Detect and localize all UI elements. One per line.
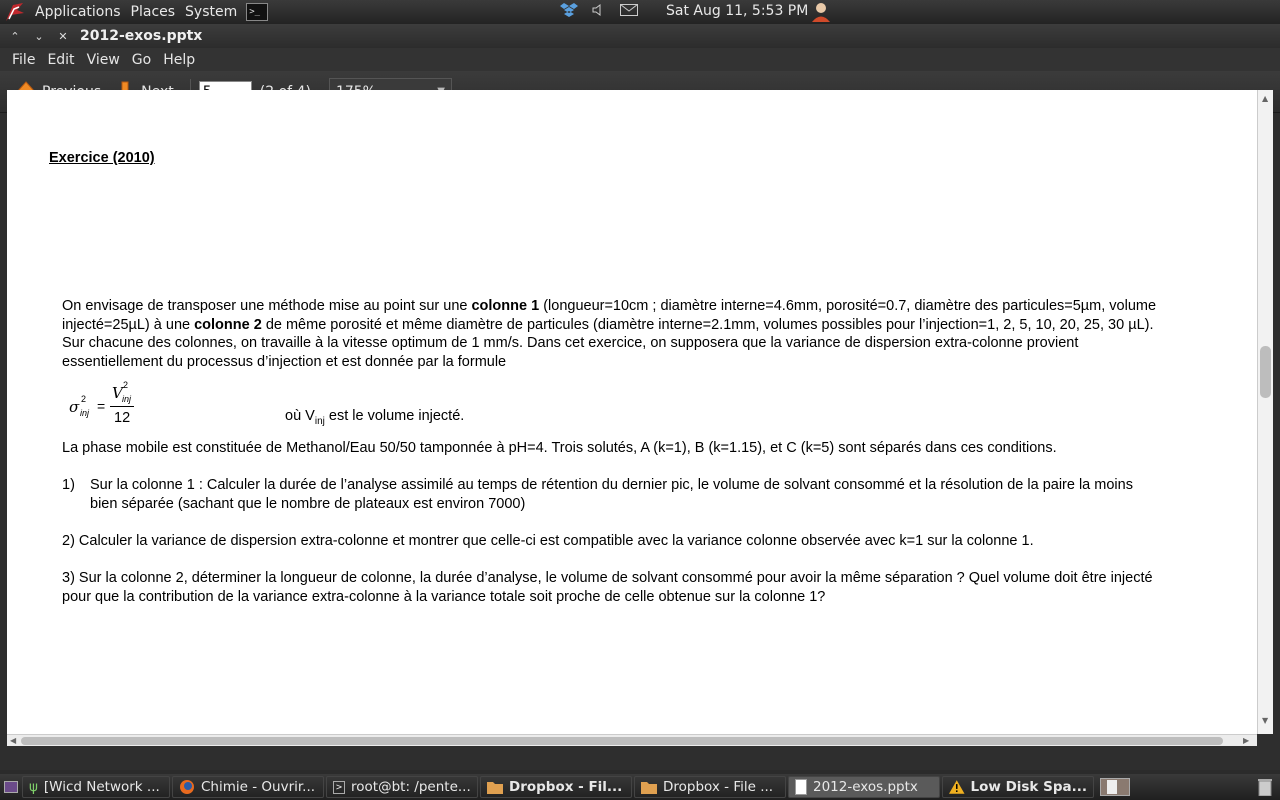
variance-formula: σ 2 inj = V 2 inj 12 bbox=[67, 380, 147, 430]
formula-sigma-sup: 2 bbox=[81, 394, 87, 404]
scroll-left-icon[interactable]: ◀ bbox=[10, 736, 16, 745]
warning-icon bbox=[949, 780, 965, 794]
dropbox-icon[interactable] bbox=[560, 2, 578, 22]
system-menu[interactable]: System bbox=[180, 4, 242, 20]
scroll-right-icon[interactable]: ▶ bbox=[1243, 736, 1249, 745]
exercise-title: Exercice (2010) bbox=[49, 150, 155, 166]
formula-equals: = bbox=[97, 398, 106, 414]
task-label: root@bt: /pente... bbox=[351, 779, 471, 795]
menu-view[interactable]: View bbox=[81, 52, 126, 68]
task-document[interactable]: 2012-exos.pptx bbox=[788, 776, 940, 798]
intro-text-1: On envisage de transposer une méthode mi… bbox=[62, 298, 472, 314]
where-post: est le volume injecté. bbox=[324, 408, 465, 424]
workspace-switcher[interactable] bbox=[1100, 778, 1130, 796]
where-pre: où V bbox=[285, 408, 315, 424]
terminal-launcher-icon[interactable]: >_ bbox=[246, 3, 269, 21]
task-dropbox-2[interactable]: Dropbox - File ... bbox=[634, 776, 786, 798]
formula-explanation: où Vinj est le volume injecté. bbox=[285, 408, 464, 427]
question-2: 2) Calculer la variance de dispersion ex… bbox=[62, 533, 1034, 549]
firefox-icon bbox=[180, 780, 194, 794]
chevron-up-icon[interactable]: ⌃ bbox=[6, 27, 24, 45]
intro-bold-2: colonne 2 bbox=[194, 316, 262, 333]
folder-icon bbox=[641, 782, 657, 794]
taskbar: ψ [Wicd Network ... Chimie - Ouvrir... >… bbox=[0, 774, 1280, 800]
task-terminal[interactable]: > root@bt: /pente... bbox=[326, 776, 478, 798]
mobile-phase-paragraph: La phase mobile est constituée de Methan… bbox=[62, 440, 1057, 456]
task-low-disk[interactable]: Low Disk Spa... bbox=[942, 776, 1094, 798]
question-1-number: 1) bbox=[62, 477, 75, 493]
scroll-up-icon[interactable]: ▲ bbox=[1262, 94, 1268, 103]
task-label: 2012-exos.pptx bbox=[813, 779, 918, 795]
question-1: 1) Sur la colonne 1 : Calculer la durée … bbox=[62, 476, 1162, 513]
menu-help[interactable]: Help bbox=[157, 52, 201, 68]
window-title: 2012-exos.pptx bbox=[80, 28, 203, 44]
formula-denominator: 12 bbox=[114, 410, 131, 426]
task-firefox[interactable]: Chimie - Ouvrir... bbox=[172, 776, 324, 798]
clock[interactable]: Sat Aug 11, 5:53 PM bbox=[666, 3, 808, 19]
where-sub: inj bbox=[314, 415, 325, 427]
vertical-scroll-thumb[interactable] bbox=[1260, 346, 1271, 398]
task-dropbox-1[interactable]: Dropbox - Fil... bbox=[480, 776, 632, 798]
title-bar[interactable]: ⌃ ⌄ ✕ 2012-exos.pptx bbox=[0, 24, 1280, 48]
task-label: Dropbox - File ... bbox=[663, 779, 774, 795]
menu-go[interactable]: Go bbox=[126, 52, 157, 68]
task-label: Chimie - Ouvrir... bbox=[201, 779, 316, 795]
volume-icon[interactable] bbox=[592, 3, 606, 21]
vertical-scrollbar[interactable]: ▲ ▼ bbox=[1257, 90, 1273, 734]
horizontal-scroll-thumb[interactable] bbox=[21, 737, 1223, 745]
distro-logo-icon[interactable] bbox=[0, 0, 30, 24]
mail-icon[interactable] bbox=[620, 4, 638, 20]
fraction-bar bbox=[110, 406, 134, 407]
formula-sigma-sub: inj bbox=[80, 408, 90, 418]
intro-bold-1: colonne 1 bbox=[471, 298, 540, 314]
applications-menu[interactable]: Applications bbox=[30, 4, 126, 20]
scroll-down-icon[interactable]: ▼ bbox=[1262, 716, 1268, 725]
horizontal-scrollbar[interactable]: ◀ ▶ bbox=[7, 734, 1257, 746]
menu-edit[interactable]: Edit bbox=[41, 52, 80, 68]
folder-icon bbox=[487, 782, 503, 794]
terminal-icon: > bbox=[333, 780, 346, 794]
task-wicd[interactable]: ψ [Wicd Network ... bbox=[22, 776, 170, 798]
formula-numerator-sup: 2 bbox=[123, 380, 129, 390]
formula-sigma: σ bbox=[69, 398, 80, 416]
document-icon bbox=[795, 779, 807, 795]
wicd-icon: ψ bbox=[29, 779, 38, 795]
task-label: [Wicd Network ... bbox=[43, 779, 160, 795]
question-1-text: Sur la colonne 1 : Calculer la durée de … bbox=[90, 477, 1133, 512]
task-label: Low Disk Spa... bbox=[970, 779, 1087, 795]
top-panel: Applications Places System >_ Sat Aug 11… bbox=[0, 0, 1280, 24]
question-3: 3) Sur la colonne 2, déterminer la longu… bbox=[62, 570, 1153, 605]
intro-paragraph: On envisage de transposer une méthode mi… bbox=[62, 297, 1162, 371]
document-page: Exercice (2010) On envisage de transpose… bbox=[7, 90, 1257, 734]
show-desktop-icon[interactable] bbox=[0, 781, 22, 793]
system-tray bbox=[560, 0, 638, 24]
menu-file[interactable]: File bbox=[6, 52, 41, 68]
chevron-down-icon[interactable]: ⌄ bbox=[30, 27, 48, 45]
formula-numerator-sub: inj bbox=[122, 394, 132, 404]
task-label: Dropbox - Fil... bbox=[509, 779, 623, 795]
close-icon[interactable]: ✕ bbox=[54, 27, 72, 45]
trash-icon[interactable] bbox=[1258, 778, 1272, 800]
menu-bar: File Edit View Go Help bbox=[0, 48, 1280, 71]
places-menu[interactable]: Places bbox=[126, 4, 181, 20]
